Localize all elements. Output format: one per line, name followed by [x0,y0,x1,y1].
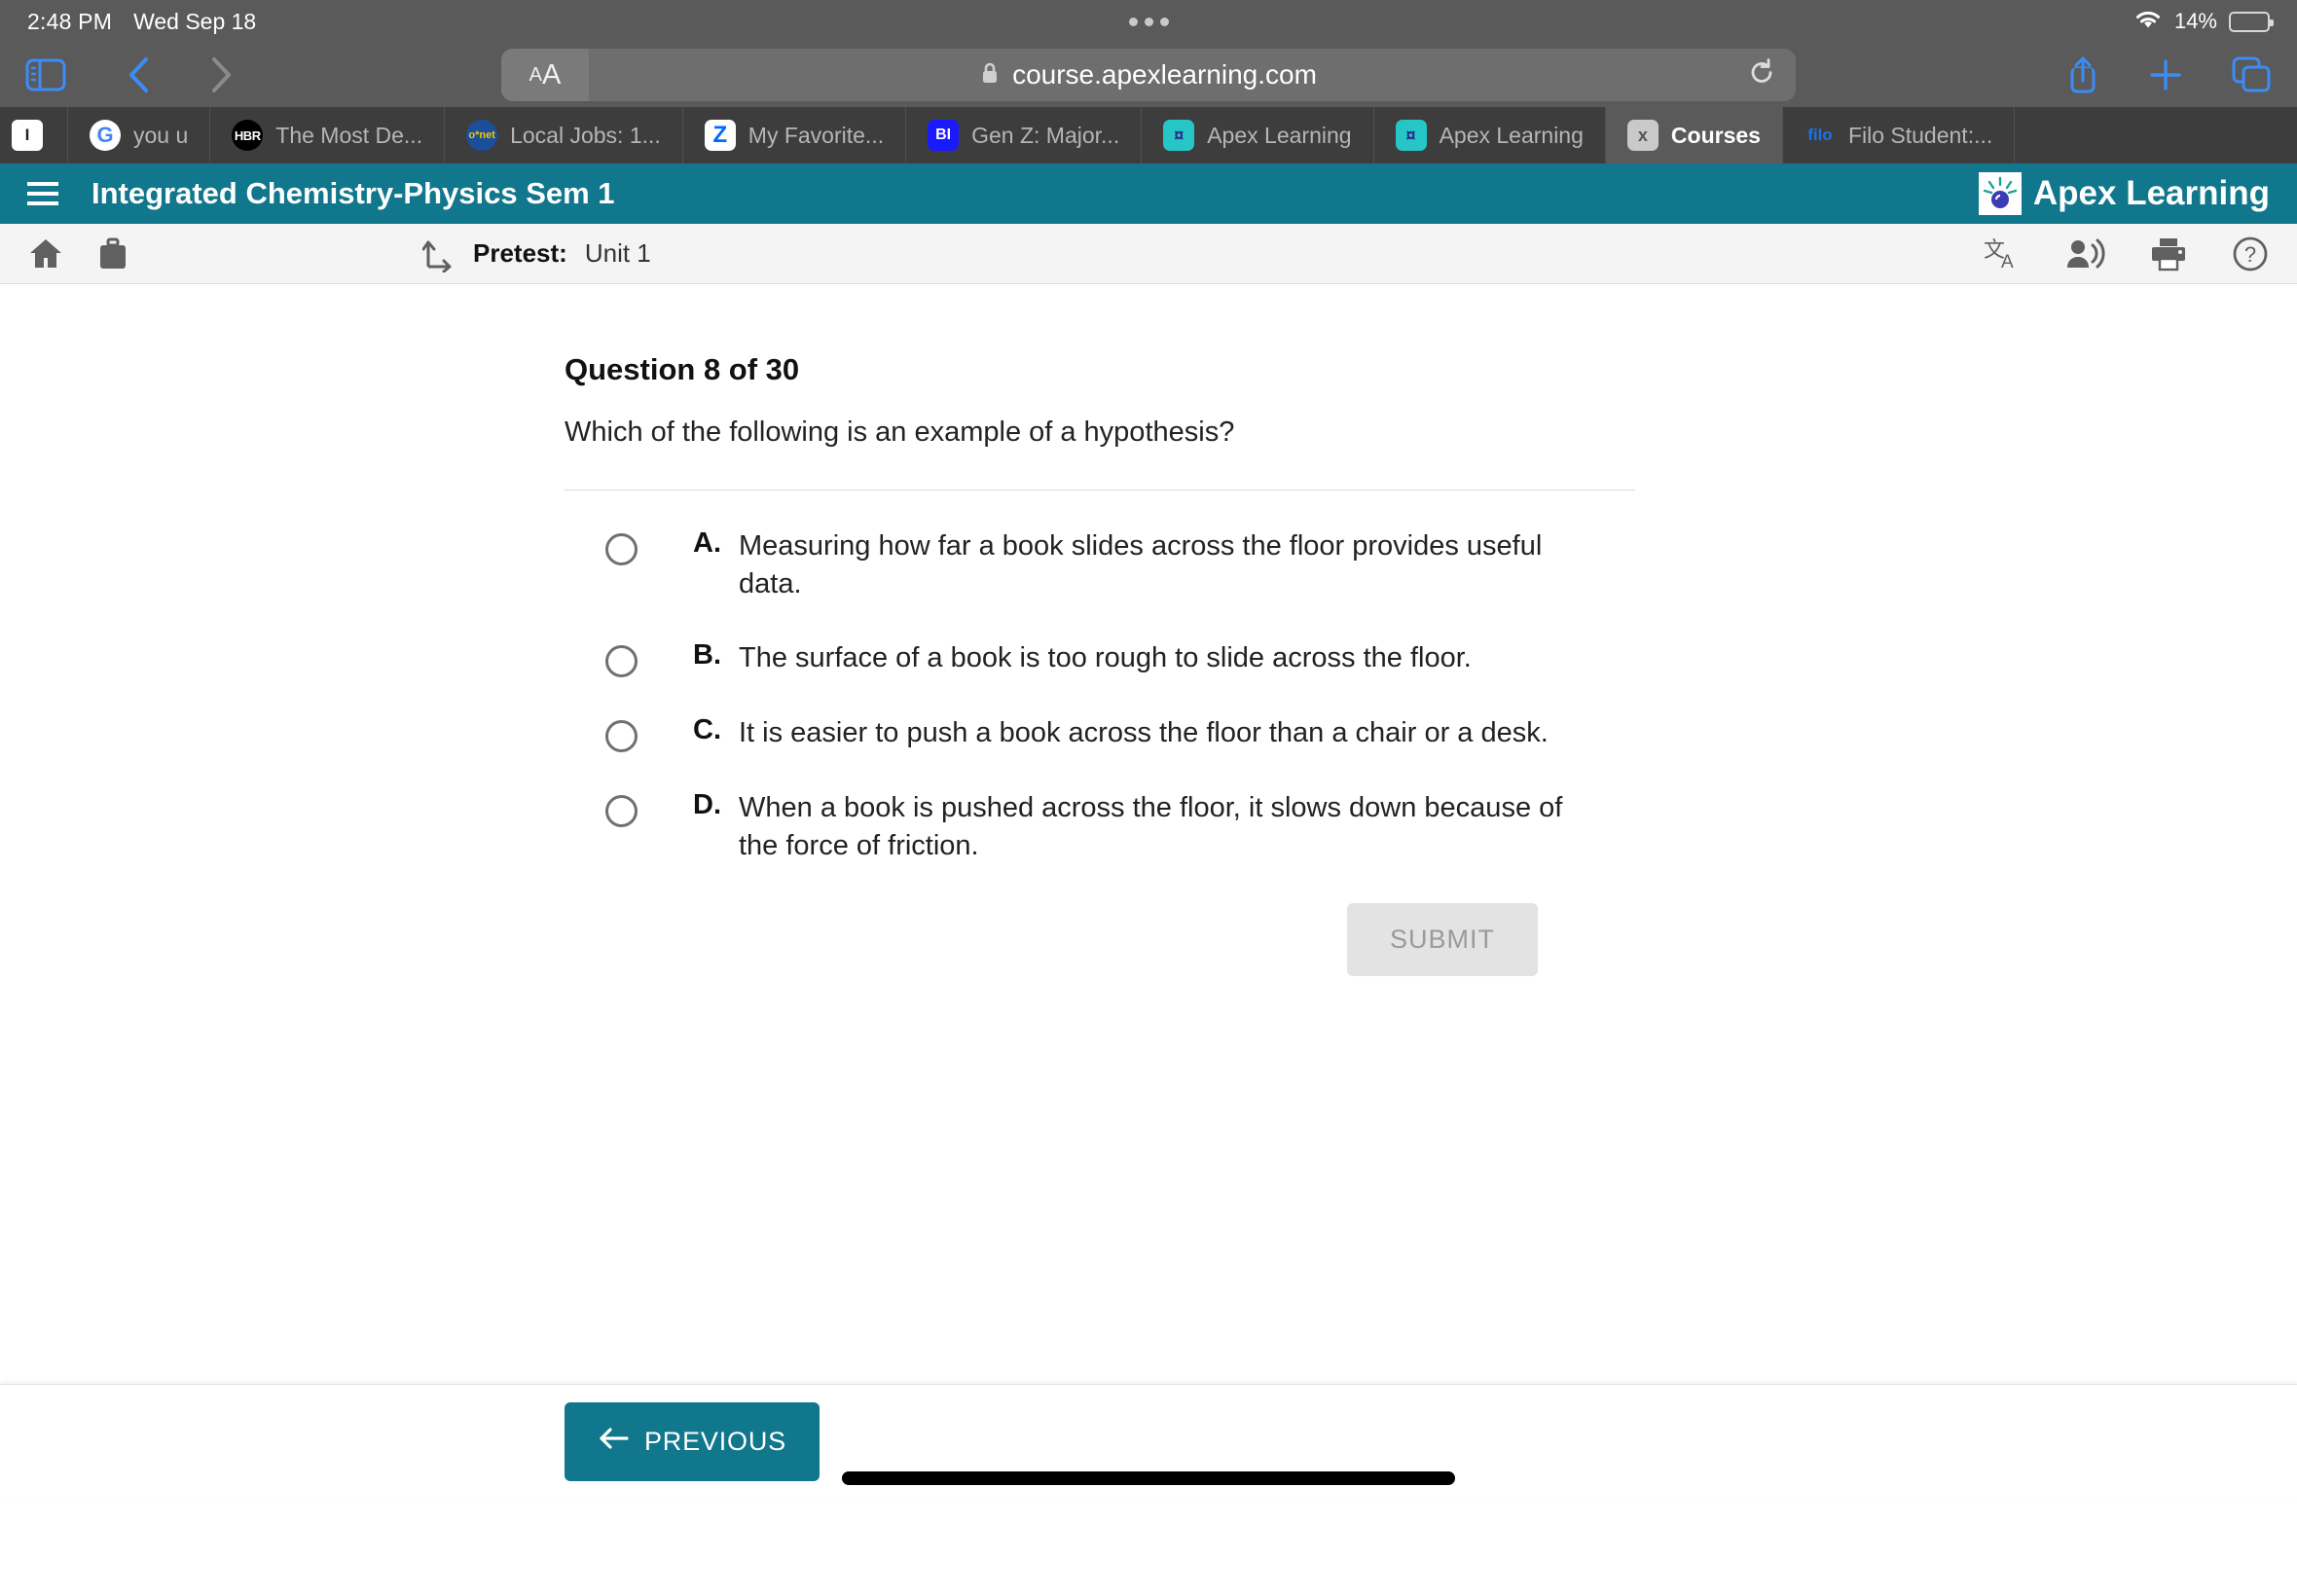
answer-choice-letter: B. [693,639,721,671]
sidebar-icon[interactable] [25,58,66,91]
browser-tab-label: Gen Z: Major... [971,122,1120,148]
url-text: course.apexlearning.com [1012,59,1317,90]
radio-button[interactable] [605,720,638,753]
answer-choice-text: The surface of a book is too rough to sl… [739,642,1472,674]
browser-tab-label: Local Jobs: 1... [510,122,661,148]
browser-tab-label: Courses [1670,122,1761,148]
apex-lightbulb-icon [1978,172,2022,215]
translate-icon[interactable]: 文 A [1984,236,2023,272]
home-indicator [842,1471,1455,1485]
lock-icon [980,61,1000,90]
battery-percent: 14% [2173,9,2217,33]
tabs-icon[interactable] [2231,55,2272,94]
navigation-footer: PREVIOUS [0,1384,2297,1499]
submit-row: SUBMIT [565,903,1635,977]
browser-tab-label: Apex Learning [1439,122,1584,148]
radio-button[interactable] [605,645,638,678]
answer-choice[interactable]: D. When a book is pushed across the floor… [605,789,1635,864]
hbr-icon: HBR [232,120,264,151]
svg-text:A: A [2001,252,2014,272]
reload-icon[interactable] [1747,58,1776,92]
svg-text:?: ? [2244,242,2256,267]
status-time: 2:48 PM [27,8,113,34]
google-icon: G [90,120,121,151]
apex-brand-name: Apex Learning [2032,174,2270,212]
answer-choice-letter: D. [693,789,721,821]
apex-header: Integrated Chemistry-Physics Sem 1 Apex … [0,163,2297,224]
question-prompt: Which of the following is an example of … [565,417,1235,448]
browser-tab-label: you u [133,122,189,148]
read-aloud-icon[interactable] [2065,236,2106,272]
answer-choices: A. Measuring how far a book slides across… [565,527,1635,864]
activity-type-label: Pretest: [473,238,567,268]
browser-tab-label: Filo Student:... [1847,122,1993,148]
onet-icon: o*net [466,120,498,151]
dynamic-island-dots [0,0,2297,43]
question-content: Question 8 of 30 Which of the following … [0,284,2297,1384]
filo-icon: filo [1807,126,1833,144]
share-icon[interactable] [2065,54,2100,95]
answer-choice-text: It is easier to push a book across the f… [739,717,1549,749]
briefcase-icon[interactable] [95,236,130,272]
radio-button[interactable] [605,533,638,565]
text-size-button[interactable]: AA [501,49,589,101]
browser-tab[interactable]: ¤ Apex Learning [1374,107,1606,163]
answer-choice-letter: A. [693,527,721,559]
submit-button[interactable]: SUBMIT [1346,903,1538,977]
browser-tab-label: My Favorite... [747,122,885,148]
print-icon[interactable] [2149,236,2188,272]
apex-icon: ¤ [1395,120,1427,151]
activity-unit-label: Unit 1 [584,238,651,268]
browser-tab[interactable]: Gyou u [68,107,211,163]
browser-tab[interactable]: HBR The Most De... [210,107,446,163]
business-insider-icon: BI [928,120,960,151]
browser-tab[interactable]: o*net Local Jobs: 1... [445,107,683,163]
course-title: Integrated Chemistry-Physics Sem 1 [91,176,615,210]
blank-icon: I [12,120,43,151]
answer-choice[interactable]: A. Measuring how far a book slides across… [605,527,1635,602]
previous-button[interactable]: PREVIOUS [565,1402,820,1481]
browser-tab[interactable]: BI Gen Z: Major... [906,107,1143,163]
answer-choice[interactable]: B. The surface of a book is too rough to … [605,639,1635,678]
browser-tab[interactable]: I [0,107,68,163]
aa-small-label: A [529,63,542,86]
plus-icon[interactable] [2147,56,2184,93]
answer-choice-text: Measuring how far a book slides across t… [739,530,1543,599]
answer-choice-letter: C. [693,714,721,746]
apex-icon: ¤ [1163,120,1195,151]
upload-arrow-icon[interactable] [422,236,456,272]
hamburger-menu-icon[interactable] [27,182,58,205]
zillow-icon: Z [704,120,736,151]
ios-status-bar: 2:48 PM Wed Sep 18 14% [0,0,2297,43]
wifi-icon [2133,8,2163,35]
activity-toolbar: Pretest: Unit 1 文 A ? [0,224,2297,284]
previous-button-label: PREVIOUS [644,1427,786,1456]
browser-tab-label: The Most De... [275,122,423,148]
x-icon: x [1626,120,1659,151]
answer-choice[interactable]: C. It is easier to push a book across the… [605,714,1635,753]
help-icon[interactable]: ? [2231,235,2270,273]
browser-tab[interactable]: x Courses [1605,107,1783,163]
aa-large-label: A [542,58,562,91]
answer-choice-text: When a book is pushed across the floor, … [739,792,1563,861]
question-heading: Question 8 of 30 [565,352,800,386]
browser-tab[interactable]: ¤ Apex Learning [1142,107,1374,163]
battery-icon [2229,11,2274,32]
browser-tab[interactable]: filo Filo Student:... [1783,107,2016,163]
browser-toolbar: AA course.apexlearning.com [0,43,2297,107]
browser-tab-label: Apex Learning [1207,122,1352,148]
browser-tab[interactable]: Z My Favorite... [683,107,907,163]
address-bar[interactable]: AA course.apexlearning.com [501,49,1796,101]
radio-button[interactable] [605,795,638,828]
home-icon[interactable] [27,236,64,272]
apex-learning-logo: Apex Learning [1978,172,2270,215]
status-date: Wed Sep 18 [133,8,257,34]
arrow-left-icon [598,1426,631,1458]
tab-bar: I Gyou u HBR The Most De... o*net Local Jobs:… [0,107,2297,163]
forward-button [208,55,234,94]
back-button[interactable] [127,55,152,94]
